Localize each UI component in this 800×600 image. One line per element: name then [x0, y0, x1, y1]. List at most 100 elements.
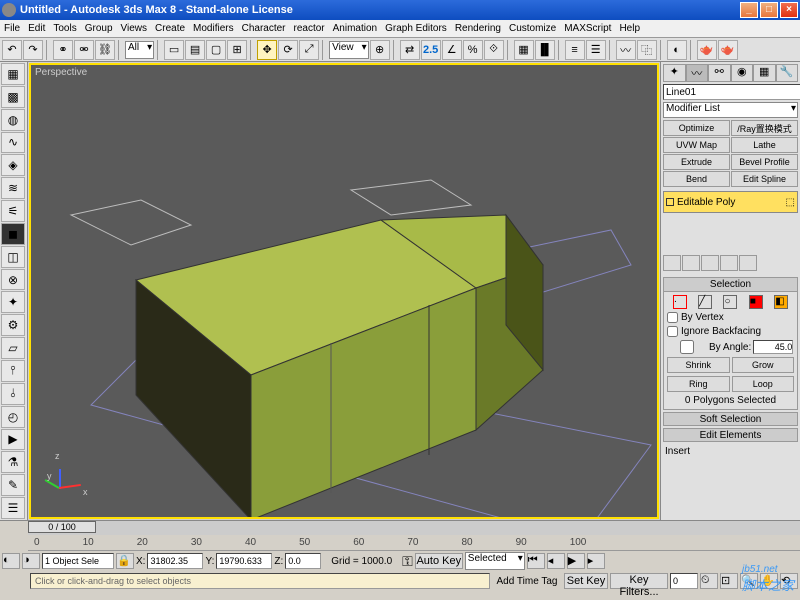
reactor-toy-icon[interactable]: ◫ — [1, 246, 25, 268]
polygon-mode-icon[interactable]: ■ — [749, 295, 763, 309]
reactor-mesh-icon[interactable]: ◈ — [1, 154, 25, 176]
link-icon[interactable]: ⚭ — [53, 40, 73, 60]
schematic-icon[interactable]: ⿻ — [637, 40, 657, 60]
time-slider[interactable]: 0 / 100 — [0, 521, 800, 535]
menu-rendering[interactable]: Rendering — [455, 23, 501, 34]
time-thumb[interactable]: 0 / 100 — [28, 521, 96, 533]
mod-editspline[interactable]: Edit Spline — [731, 171, 798, 187]
reactor-rigid-icon[interactable]: ▦ — [1, 63, 25, 85]
add-time-tag[interactable]: Add Time Tag — [492, 576, 562, 587]
reactor-wheel-icon[interactable]: ⊗ — [1, 269, 25, 291]
reactor-car-icon[interactable]: ◼ — [1, 223, 25, 245]
angle-snap-icon[interactable]: ∠ — [442, 40, 462, 60]
curve-editor-icon[interactable]: 〰 — [616, 40, 636, 60]
redo-icon[interactable]: ↷ — [23, 40, 43, 60]
undo-icon[interactable]: ↶ — [2, 40, 22, 60]
menu-reactor[interactable]: reactor — [294, 23, 325, 34]
lock-icon[interactable]: 🔒 — [116, 553, 134, 569]
keymode-icon[interactable]: ◐ — [2, 553, 20, 569]
autokey-button[interactable]: Auto Key — [415, 553, 463, 569]
tab-create-icon[interactable]: ✦ — [663, 64, 686, 82]
scale-icon[interactable]: ⤢ — [299, 40, 319, 60]
menu-edit[interactable]: Edit — [28, 23, 45, 34]
y-field[interactable] — [216, 553, 272, 569]
play-icon[interactable]: ▶ — [567, 553, 585, 569]
selection-filter[interactable]: All — [125, 41, 154, 59]
selection-header[interactable]: Selection — [664, 278, 797, 292]
pivot-icon[interactable]: ⊕ — [370, 40, 390, 60]
reactor-linear-icon[interactable]: ⫰ — [1, 383, 25, 405]
reactor-soft-icon[interactable]: ◍ — [1, 109, 25, 131]
menu-group[interactable]: Group — [85, 23, 113, 34]
key-icon[interactable]: ⚿ — [402, 553, 413, 570]
edge-mode-icon[interactable]: ╱ — [698, 295, 712, 309]
ref-coord-system[interactable]: View — [329, 41, 369, 59]
by-angle-value[interactable] — [753, 340, 793, 354]
tab-utilities-icon[interactable]: 🔧 — [776, 64, 799, 82]
menu-modifiers[interactable]: Modifiers — [193, 23, 234, 34]
by-angle-check[interactable] — [667, 340, 707, 354]
select-icon[interactable]: ▭ — [164, 40, 184, 60]
window-crossing-icon[interactable]: ⊞ — [227, 40, 247, 60]
mod-bend[interactable]: Bend — [663, 171, 730, 187]
unlink-icon[interactable]: ⚮ — [74, 40, 94, 60]
reactor-preview-icon[interactable]: ▶ — [1, 429, 25, 451]
remove-mod-icon[interactable] — [720, 255, 738, 271]
zoom-icon[interactable]: 🔍 — [740, 573, 758, 589]
reactor-analyze-icon[interactable]: ⚗ — [1, 451, 25, 473]
prev-frame-icon[interactable]: ◂ — [547, 553, 565, 569]
border-mode-icon[interactable]: ○ — [723, 295, 737, 309]
quick-render-icon[interactable]: 🫖 — [718, 40, 738, 60]
tab-display-icon[interactable]: ▦ — [753, 64, 776, 82]
menu-create[interactable]: Create — [155, 23, 185, 34]
loop-button[interactable]: Loop — [732, 376, 795, 392]
ring-button[interactable]: Ring — [667, 376, 730, 392]
mod-lathe[interactable]: Lathe — [731, 137, 798, 153]
menu-customize[interactable]: Customize — [509, 23, 556, 34]
reactor-angular-icon[interactable]: ◴ — [1, 406, 25, 428]
tab-hierarchy-icon[interactable]: ⚯ — [708, 64, 731, 82]
by-vertex-check[interactable]: By Vertex — [667, 312, 794, 323]
object-name-field[interactable] — [663, 84, 800, 100]
soft-selection-header[interactable]: Soft Selection — [663, 412, 798, 426]
reactor-prop-icon[interactable]: ✎ — [1, 474, 25, 496]
render-scene-icon[interactable]: 🫖 — [697, 40, 717, 60]
select-move-icon[interactable]: ✥ — [257, 40, 277, 60]
mirror-icon[interactable]: ▐▌ — [535, 40, 555, 60]
stack-toggle-icon[interactable] — [666, 198, 674, 206]
element-mode-icon[interactable]: ◧ — [774, 295, 788, 309]
stack-lock-icon[interactable]: ⬚ — [786, 197, 795, 208]
restrict-x-icon[interactable]: ⇄ — [400, 40, 420, 60]
region-rect-icon[interactable]: ▢ — [206, 40, 226, 60]
select-by-name-icon[interactable]: ▤ — [185, 40, 205, 60]
tab-motion-icon[interactable]: ◉ — [731, 64, 754, 82]
pin-stack-icon[interactable] — [663, 255, 681, 271]
time-config-icon[interactable]: ⏲ — [700, 573, 718, 589]
zoom-ext-icon[interactable]: ⊡ — [720, 573, 738, 589]
tab-modify-icon[interactable]: 〰 — [686, 64, 709, 82]
percent-snap-icon[interactable]: % — [463, 40, 483, 60]
perspective-viewport[interactable]: Perspective zxy — [29, 63, 659, 519]
menu-graph-editors[interactable]: Graph Editors — [385, 23, 447, 34]
configure-icon[interactable] — [739, 255, 757, 271]
material-editor-icon[interactable]: ◐ — [667, 40, 687, 60]
show-end-icon[interactable] — [682, 255, 700, 271]
menu-animation[interactable]: Animation — [333, 23, 377, 34]
mod-uvw[interactable]: UVW Map — [663, 137, 730, 153]
setkey-button[interactable]: Set Key — [564, 573, 608, 589]
keyfilters-button[interactable]: Key Filters... — [610, 573, 668, 589]
snap-icon[interactable]: 2.5 — [421, 40, 441, 60]
mod-ray[interactable]: /Ray置换模式 — [731, 120, 798, 136]
menu-maxscript[interactable]: MAXScript — [564, 23, 611, 34]
reactor-fracture-icon[interactable]: ✦ — [1, 291, 25, 313]
menu-character[interactable]: Character — [242, 23, 286, 34]
reactor-spring-icon[interactable]: ⫯ — [1, 360, 25, 382]
rotate-icon[interactable]: ⟳ — [278, 40, 298, 60]
minimize-button[interactable]: _ — [740, 2, 758, 18]
current-frame-field[interactable] — [670, 573, 698, 589]
vertex-mode-icon[interactable]: · — [673, 295, 687, 309]
z-field[interactable] — [285, 553, 321, 569]
x-field[interactable] — [147, 553, 203, 569]
reactor-cloth-icon[interactable]: ▩ — [1, 86, 25, 108]
pan-icon[interactable]: ✋ — [760, 573, 778, 589]
